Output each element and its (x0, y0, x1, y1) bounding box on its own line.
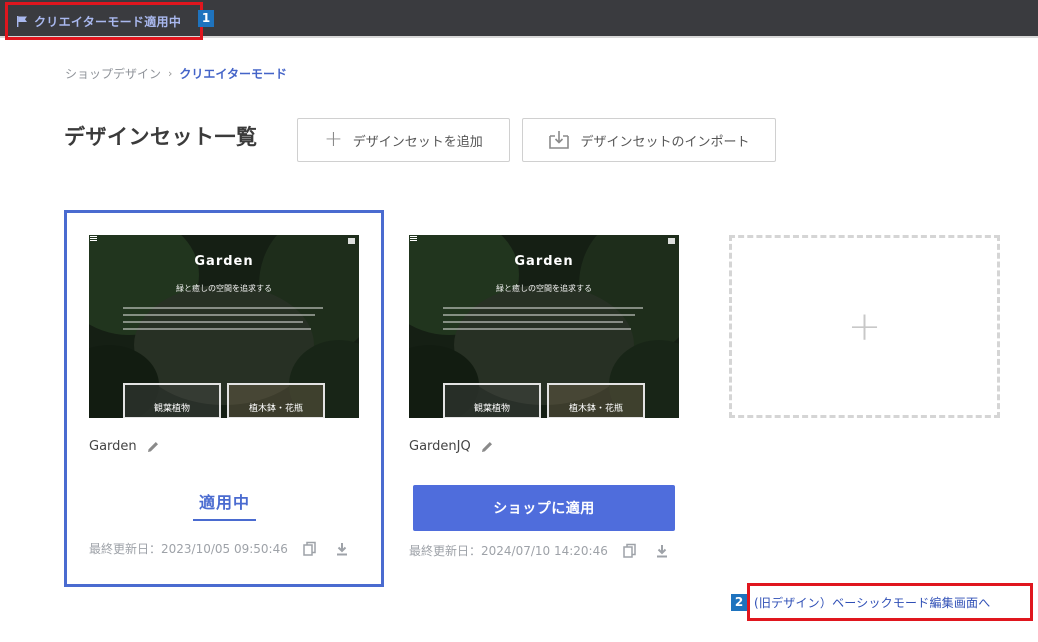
copy-icon[interactable] (302, 541, 318, 557)
thumbnail-brand: Garden (514, 254, 574, 269)
thumbnail-body-text (443, 307, 643, 335)
pencil-icon[interactable] (146, 440, 160, 454)
design-set-thumbnail[interactable]: Garden 緑と癒しの空間を追求する 観葉植物 植木鉢・花瓶 (89, 235, 359, 418)
import-design-set-label: デザインセットのインポート (580, 134, 750, 150)
creator-mode-label: クリエイターモード適用中 (34, 14, 182, 29)
thumbnail-menu-icon (409, 235, 418, 242)
import-design-set-button[interactable]: デザインセットのインポート (522, 118, 776, 162)
thumbnail-body-text (123, 307, 323, 335)
download-icon[interactable] (334, 541, 350, 557)
last-updated-text: 最終更新日：2023/10/05 09:50:46 (89, 542, 288, 556)
apply-to-shop-button[interactable]: ショップに適用 (413, 485, 675, 531)
breadcrumb-shop-design[interactable]: ショップデザイン (65, 65, 161, 82)
pencil-icon[interactable] (480, 440, 494, 454)
last-updated-text: 最終更新日：2024/07/10 14:20:46 (409, 544, 608, 558)
thumbnail-category: 観葉植物 (123, 383, 221, 418)
applied-status-label: 適用中 (193, 489, 256, 521)
design-set-name-row: GardenJQ (409, 439, 494, 454)
annotation-badge-1: 1 (198, 10, 214, 27)
flag-icon (17, 16, 27, 27)
thumbnail-category: 植木鉢・花瓶 (227, 383, 325, 418)
plus-icon: + (324, 127, 343, 152)
add-design-set-slot[interactable]: + (729, 235, 1000, 418)
legacy-basic-mode-link[interactable]: (旧デザイン）ベーシックモード編集画面へ (754, 594, 990, 611)
add-design-set-button[interactable]: + デザインセットを追加 (297, 118, 510, 162)
import-icon (549, 131, 570, 149)
design-set-name: GardenJQ (409, 439, 471, 454)
add-design-set-label: デザインセットを追加 (352, 134, 483, 150)
plus-icon: + (847, 303, 882, 350)
copy-icon[interactable] (622, 543, 638, 559)
last-updated-row: 最終更新日：2024/07/10 14:20:46 (409, 542, 670, 559)
page-title: デザインセット一覧 (64, 125, 258, 149)
annotation-badge-2: 2 (731, 594, 747, 611)
thumbnail-cart-icon (668, 238, 675, 244)
thumbnail-tagline: 緑と癒しの空間を追求する (176, 284, 272, 293)
creator-mode-indicator[interactable]: クリエイターモード適用中 (5, 2, 203, 40)
breadcrumb-separator: › (168, 67, 173, 80)
breadcrumb: ショップデザイン › クリエイターモード (65, 65, 287, 82)
design-set-thumbnail[interactable]: Garden 緑と癒しの空間を追求する 観葉植物 植木鉢・花瓶 (409, 235, 679, 418)
thumbnail-tagline: 緑と癒しの空間を追求する (496, 284, 592, 293)
thumbnail-brand: Garden (194, 254, 254, 269)
thumbnail-category: 植木鉢・花瓶 (547, 383, 645, 418)
thumbnail-category: 観葉植物 (443, 383, 541, 418)
breadcrumb-creator-mode: クリエイターモード (179, 67, 287, 81)
design-set-name: Garden (89, 439, 137, 454)
thumbnail-cart-icon (348, 238, 355, 244)
download-icon[interactable] (654, 543, 670, 559)
last-updated-row: 最終更新日：2023/10/05 09:50:46 (89, 540, 350, 557)
thumbnail-menu-icon (89, 235, 98, 242)
legacy-mode-link-box: (旧デザイン）ベーシックモード編集画面へ (747, 583, 1033, 621)
design-set-name-row: Garden (89, 439, 160, 454)
